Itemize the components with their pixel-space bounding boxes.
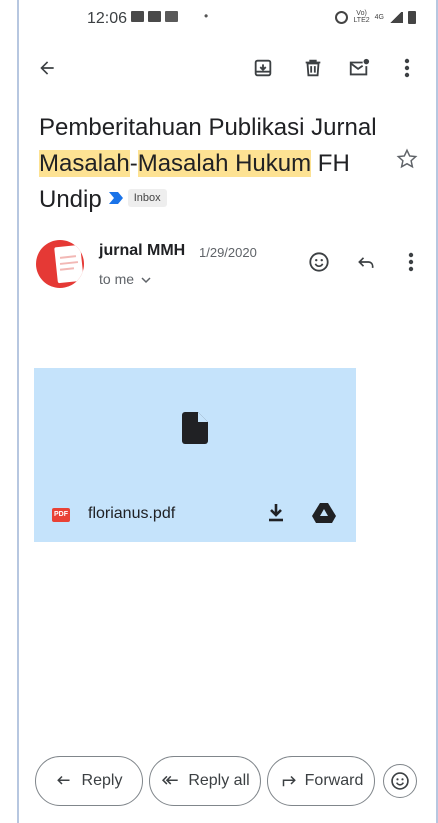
back-button[interactable] bbox=[33, 54, 61, 82]
email-subject: Pemberitahuan Publikasi Jurnal Masalah-M… bbox=[39, 110, 409, 219]
action-bar: Reply Reply all Forward bbox=[19, 756, 436, 808]
back-arrow-icon bbox=[40, 61, 54, 75]
reply-icon bbox=[358, 257, 374, 268]
recipient-label: to me bbox=[99, 271, 135, 287]
facebook-notification-icon bbox=[165, 11, 178, 22]
archive-button[interactable] bbox=[249, 54, 277, 82]
more-notifications-dot: • bbox=[204, 9, 209, 23]
save-to-drive-button[interactable] bbox=[312, 502, 336, 529]
download-icon bbox=[269, 504, 283, 522]
status-bar: 12:06 • Vo) LTE2 4G bbox=[19, 0, 436, 34]
emoji-reaction-button[interactable] bbox=[383, 764, 417, 798]
delete-button[interactable] bbox=[299, 54, 327, 82]
chevron-down-icon bbox=[141, 277, 151, 284]
message-date: 1/29/2020 bbox=[199, 245, 257, 260]
search-highlight: Masalah bbox=[39, 150, 130, 177]
mark-unread-icon bbox=[349, 58, 370, 76]
signal-icon bbox=[389, 11, 403, 23]
attachment-card[interactable]: PDF florianus.pdf bbox=[34, 368, 356, 542]
important-marker-icon[interactable] bbox=[108, 180, 124, 216]
more-vert-icon bbox=[408, 252, 414, 272]
forward-action-button[interactable]: Forward bbox=[267, 756, 375, 806]
star-icon bbox=[396, 148, 418, 169]
system-icons: Vo) LTE2 4G bbox=[335, 10, 416, 24]
reply-all-action-button[interactable]: Reply all bbox=[149, 756, 261, 806]
react-emoji-button[interactable] bbox=[305, 248, 333, 276]
mark-unread-button[interactable] bbox=[345, 54, 373, 82]
attachment-filename: florianus.pdf bbox=[88, 505, 176, 522]
emoji-icon bbox=[309, 252, 329, 272]
pdf-icon: PDF bbox=[52, 508, 70, 522]
gmail-notification-icon bbox=[131, 11, 144, 22]
delete-icon bbox=[305, 59, 321, 77]
google-drive-icon bbox=[312, 503, 336, 523]
reply-all-icon bbox=[162, 775, 179, 785]
reply-icon bbox=[56, 775, 70, 785]
network-type: 4G bbox=[374, 13, 384, 21]
toolbar bbox=[19, 50, 436, 86]
sender-avatar[interactable] bbox=[36, 240, 84, 288]
screen: 12:06 • Vo) LTE2 4G Pemberitahuan Publik… bbox=[17, 0, 438, 823]
more-options-button[interactable] bbox=[393, 54, 421, 82]
star-button[interactable] bbox=[396, 148, 418, 175]
alarm-icon bbox=[335, 10, 349, 24]
subject-text: Pemberitahuan Publikasi Jurnal bbox=[39, 114, 377, 141]
recipient-details-toggle[interactable]: to me bbox=[99, 271, 151, 287]
forward-icon bbox=[282, 775, 296, 787]
gmail-notification-icon bbox=[148, 11, 161, 22]
more-vert-icon bbox=[404, 58, 410, 78]
inbox-label-chip[interactable]: Inbox bbox=[127, 188, 167, 207]
status-time: 12:06 bbox=[87, 10, 128, 27]
archive-icon bbox=[254, 59, 272, 77]
search-highlight: Masalah Hukum bbox=[137, 150, 312, 177]
message-more-button[interactable] bbox=[397, 248, 425, 276]
sender-name[interactable]: jurnal MMH bbox=[99, 242, 185, 260]
battery-icon bbox=[408, 10, 416, 24]
reply-action-button[interactable]: Reply bbox=[35, 756, 143, 806]
reply-button[interactable] bbox=[352, 248, 380, 276]
file-icon bbox=[182, 412, 208, 449]
notification-icons bbox=[131, 11, 178, 22]
download-button[interactable] bbox=[266, 502, 286, 529]
volte-indicator: Vo) LTE2 bbox=[353, 10, 370, 24]
emoji-icon bbox=[391, 772, 409, 790]
